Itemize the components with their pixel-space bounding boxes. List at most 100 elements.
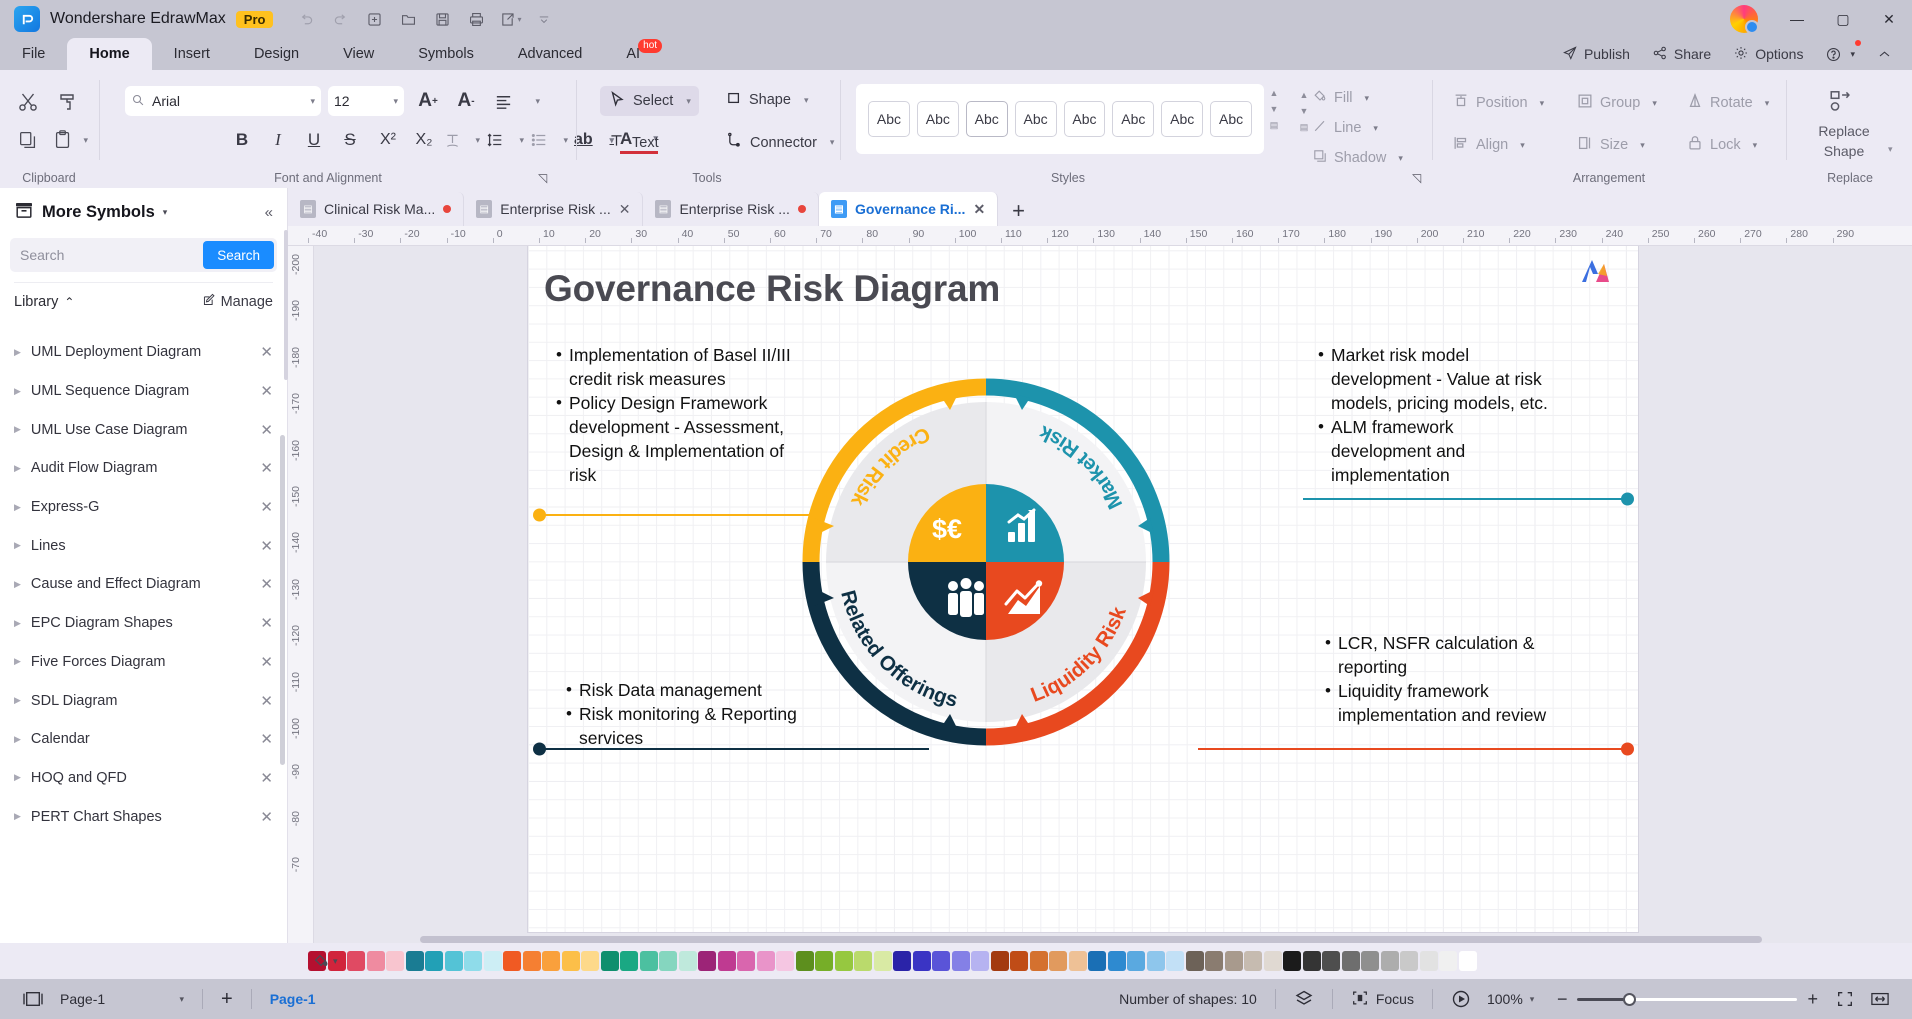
credit-risk-connector[interactable]: [533, 508, 824, 522]
library-item-five-forces-diagram[interactable]: ▶ Five Forces Diagram ✕: [0, 643, 287, 682]
italic-button[interactable]: I: [264, 126, 292, 154]
props-down-icon[interactable]: ▼: [1296, 104, 1312, 118]
document-tab-enterprise-risk-2[interactable]: ▤ Enterprise Risk ...: [643, 192, 819, 226]
color-swatch[interactable]: [815, 951, 833, 971]
increase-font-size-button[interactable]: A +: [412, 86, 444, 116]
menu-ai[interactable]: AI hot: [604, 38, 663, 70]
library-item-sdl-diagram[interactable]: ▶ SDL Diagram ✕: [0, 681, 287, 720]
color-swatch[interactable]: [737, 951, 755, 971]
style-swatch[interactable]: Abc: [1210, 101, 1252, 137]
color-swatch[interactable]: [1068, 951, 1087, 971]
color-swatch[interactable]: [561, 951, 580, 971]
zoom-thumb[interactable]: [1623, 992, 1637, 1006]
color-swatch[interactable]: [1263, 951, 1282, 971]
style-swatch[interactable]: Abc: [868, 101, 910, 137]
color-swatch[interactable]: [1107, 951, 1126, 971]
color-swatch[interactable]: [503, 951, 521, 971]
remove-library-icon[interactable]: ✕: [260, 343, 273, 361]
color-swatch[interactable]: [522, 951, 541, 971]
replace-shape-icon[interactable]: [1828, 88, 1854, 119]
color-swatch[interactable]: [971, 951, 989, 971]
library-item-audit-flow-diagram[interactable]: ▶ Audit Flow Diagram ✕: [0, 449, 287, 488]
color-swatch[interactable]: [1361, 951, 1379, 971]
color-swatch[interactable]: [620, 951, 638, 971]
page-selector[interactable]: Page-1 ▾: [52, 991, 192, 1007]
format-painter-icon[interactable]: [52, 86, 84, 118]
remove-library-icon[interactable]: ✕: [260, 653, 273, 671]
color-swatch[interactable]: [912, 951, 931, 971]
library-list[interactable]: ▶ UML Deployment Diagram ✕ ▶ UML Sequenc…: [0, 315, 287, 940]
shape-dialog-launcher[interactable]: ◹: [1412, 171, 1421, 185]
remove-library-icon[interactable]: ✕: [260, 459, 273, 477]
collapse-panel-icon[interactable]: «: [265, 204, 273, 221]
color-swatch[interactable]: [366, 951, 385, 971]
menu-symbols[interactable]: Symbols: [396, 38, 496, 70]
color-swatch[interactable]: [1458, 951, 1477, 971]
options-button[interactable]: Options: [1725, 41, 1811, 67]
font-size-select[interactable]: 12 ▾: [328, 86, 404, 116]
select-tool-button[interactable]: Select ▾: [600, 86, 699, 116]
page-layout-icon[interactable]: [14, 990, 52, 1008]
color-swatch[interactable]: [405, 951, 424, 971]
remove-library-icon[interactable]: ✕: [260, 769, 273, 787]
rotate-button[interactable]: Rotate ▾: [1686, 92, 1769, 114]
color-swatch[interactable]: [1341, 951, 1360, 971]
remove-library-icon[interactable]: ✕: [260, 808, 273, 826]
remove-library-icon[interactable]: ✕: [260, 692, 273, 710]
library-item-uml-deployment-diagram[interactable]: ▶ UML Deployment Diagram ✕: [0, 333, 287, 372]
color-swatch[interactable]: [386, 951, 404, 971]
close-tab-icon[interactable]: ✕: [973, 201, 985, 218]
color-swatch[interactable]: [1049, 951, 1067, 971]
color-swatch[interactable]: [951, 951, 970, 971]
document-tab-clinical-risk[interactable]: ▤ Clinical Risk Ma...: [288, 192, 465, 226]
new-icon[interactable]: [359, 5, 389, 33]
color-swatch[interactable]: [1302, 951, 1321, 971]
fit-width-icon[interactable]: [1862, 990, 1898, 1008]
menu-advanced[interactable]: Advanced: [496, 38, 605, 70]
library-scrollbar[interactable]: [280, 435, 285, 765]
bold-button[interactable]: B: [228, 126, 256, 154]
replace-shape-label-line1[interactable]: Replace: [1802, 122, 1886, 141]
copy-icon[interactable]: [12, 124, 44, 156]
canvas-horizontal-scrollbar[interactable]: [420, 936, 1762, 943]
color-swatch[interactable]: [1010, 951, 1028, 971]
save-icon[interactable]: [427, 5, 457, 33]
text-effects-button[interactable]: ▾: [444, 126, 480, 154]
palette-swatches[interactable]: [308, 951, 1478, 971]
position-button[interactable]: Position ▾: [1452, 92, 1544, 114]
remove-library-icon[interactable]: ✕: [260, 421, 273, 439]
underline-button[interactable]: U: [300, 126, 328, 154]
zoom-in-button[interactable]: +: [1797, 989, 1828, 1010]
color-swatch[interactable]: [854, 951, 872, 971]
decrease-font-size-button[interactable]: A-: [450, 86, 482, 116]
color-swatch[interactable]: [639, 951, 658, 971]
gallery-up-icon[interactable]: ▲: [1266, 86, 1282, 100]
color-swatch[interactable]: [776, 951, 794, 971]
group-button[interactable]: Group ▾: [1576, 92, 1657, 114]
fill-button[interactable]: Fill ▾: [1312, 88, 1369, 108]
style-swatch[interactable]: Abc: [1161, 101, 1204, 137]
menu-home[interactable]: Home: [67, 38, 152, 70]
style-swatch[interactable]: Abc: [1063, 101, 1106, 137]
shape-tool-button[interactable]: Shape ▾: [718, 86, 816, 114]
help-button[interactable]: ▾: [1817, 40, 1863, 67]
color-swatch[interactable]: [1185, 951, 1204, 971]
horizontal-ruler[interactable]: -40 -30 -20 -10 0 10 20 30 40 50 60 70 80 90 100 110 120…: [288, 226, 1912, 246]
style-swatch[interactable]: Abc: [965, 101, 1008, 137]
cut-icon[interactable]: [12, 86, 44, 118]
replace-caret-icon[interactable]: ▾: [1888, 144, 1893, 155]
document-tab-enterprise-risk-1[interactable]: ▤ Enterprise Risk ... ✕: [464, 192, 644, 226]
collapse-ribbon-button[interactable]: [1869, 41, 1900, 67]
liquidity-risk-callout-text[interactable]: LCR, NSFR calculation & reporting Liquid…: [1325, 631, 1575, 728]
add-page-button[interactable]: +: [213, 988, 241, 1011]
bullets-button[interactable]: ▾: [530, 126, 568, 154]
canvas-area[interactable]: Governance Risk Diagram Implementation o…: [314, 246, 1912, 959]
remove-library-icon[interactable]: ✕: [260, 498, 273, 516]
align-button[interactable]: Align ▾: [1452, 134, 1525, 156]
library-item-express-g[interactable]: ▶ Express-G ✕: [0, 488, 287, 527]
shadow-button[interactable]: Shadow ▾: [1312, 148, 1403, 168]
market-risk-connector[interactable]: [1303, 492, 1634, 506]
color-swatch[interactable]: [1224, 951, 1243, 971]
color-swatch[interactable]: [1380, 951, 1399, 971]
gallery-expand-icon[interactable]: ▤: [1266, 118, 1282, 132]
